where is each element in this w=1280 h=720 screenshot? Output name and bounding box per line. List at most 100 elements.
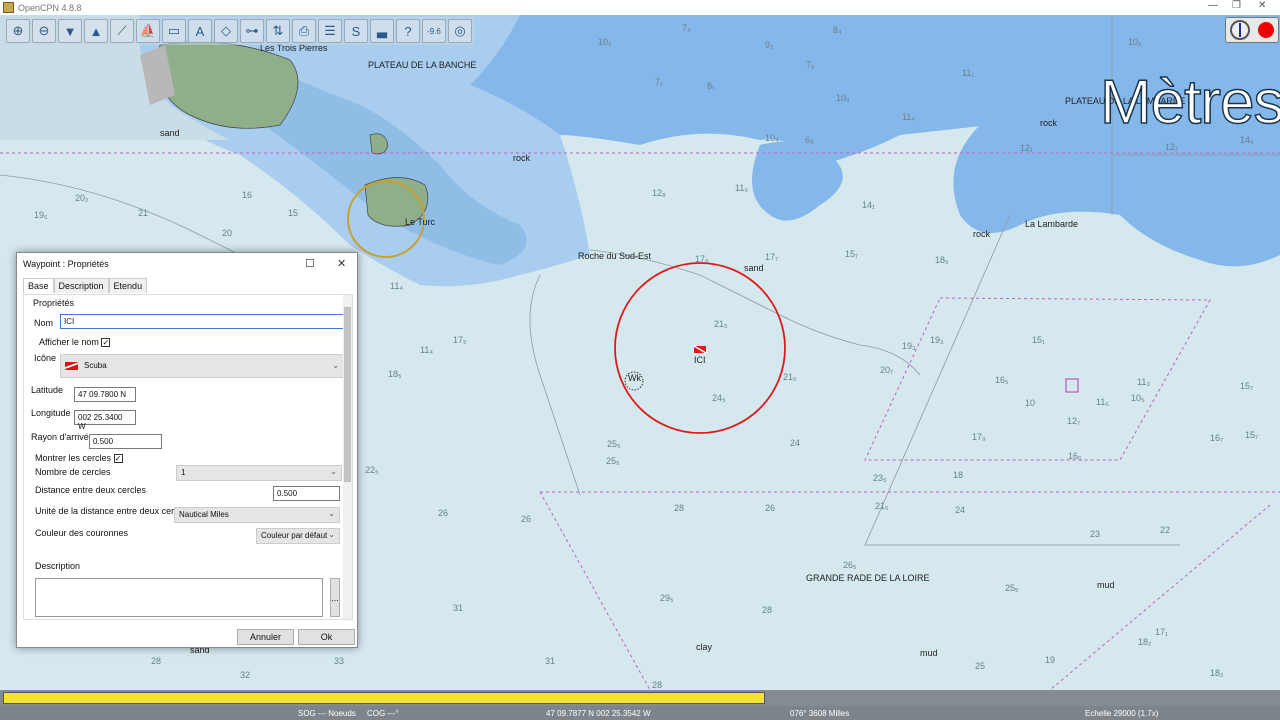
- depth-sounding: 12₁: [1020, 143, 1034, 153]
- currents-button[interactable]: ⇅: [266, 19, 290, 43]
- show-name-text: Afficher le nom: [39, 337, 99, 347]
- group-label: Propriétés: [33, 298, 75, 308]
- depth-sounding: 29₅: [660, 593, 674, 603]
- zoom-in-button[interactable]: ⊕: [6, 19, 30, 43]
- depth-sounding: 32: [240, 670, 251, 680]
- depth-sounding: 19₆: [34, 210, 48, 220]
- description-label: Description: [35, 561, 81, 571]
- ais-button[interactable]: -9.6: [422, 19, 446, 43]
- scrollbar-thumb[interactable]: [344, 307, 351, 482]
- chart-feature-label: GRANDE RADE DE LA LOIRE: [806, 573, 930, 583]
- route-manager-button[interactable]: ☰: [318, 19, 342, 43]
- chart-feature-label: clay: [696, 642, 713, 652]
- depth-sounding: 11₄: [420, 345, 434, 355]
- route-manager-icon: ☰: [324, 23, 336, 38]
- depth-sounding: 18₅: [935, 255, 949, 265]
- depth-sounding: 16₇: [1210, 433, 1224, 443]
- chart-feature-label: rock: [973, 229, 991, 239]
- toolbar: ⊕ ⊖ ▼ ▲ ⟋ ⛵ ▭ A ◇ ⊶ ⇅ ⎙ ☰ S ▃? -9.6 ◎: [4, 17, 474, 45]
- info-icon: [1065, 378, 1079, 393]
- chart-feature-label: mud: [1097, 580, 1115, 590]
- panel-scrollbar[interactable]: [343, 295, 352, 619]
- depth-sounding: 17₇: [765, 252, 779, 262]
- depth-sounding: 15: [288, 208, 299, 218]
- tab-description[interactable]: Description: [53, 278, 109, 293]
- depth-sounding: 18₅: [388, 369, 402, 379]
- scale-up-button[interactable]: ▲: [84, 19, 108, 43]
- zoom-out-button[interactable]: ⊖: [32, 19, 56, 43]
- route-button[interactable]: ⟋: [110, 19, 134, 43]
- tides-button[interactable]: ⊶: [240, 19, 264, 43]
- depth-sounding: 8₄: [833, 25, 842, 35]
- cancel-button[interactable]: Annuler: [237, 629, 294, 645]
- show-name-label[interactable]: Afficher le nom ✓: [39, 337, 111, 348]
- chart-scale: Echelle 29000 (1.7x): [1085, 709, 1159, 718]
- description-more-button[interactable]: ...: [330, 578, 340, 617]
- track-button[interactable]: S: [344, 19, 368, 43]
- depth-sounding: 26₅: [843, 560, 857, 570]
- tab-base[interactable]: Base: [23, 278, 54, 293]
- description-textarea[interactable]: [35, 578, 323, 617]
- depth-sounding: 20₇: [880, 365, 894, 375]
- arrival-radius-label: Rayon d'arrivée: [31, 432, 94, 442]
- ring-color-select[interactable]: Couleur par défaut ⌄: [256, 528, 340, 544]
- boat-follow-button[interactable]: ⛵: [136, 19, 160, 43]
- arrival-radius-input[interactable]: 0.500: [89, 434, 162, 449]
- depth-sounding: 12₇: [1165, 142, 1179, 152]
- ring-color-label: Couleur des couronnes: [35, 528, 129, 538]
- show-name-checkbox[interactable]: ✓: [101, 338, 111, 348]
- depth-sounding: 7₄: [682, 23, 691, 33]
- name-input[interactable]: ICI: [60, 314, 344, 329]
- chart-feature-label: Wk: [628, 373, 641, 383]
- distance-input[interactable]: 0.500: [273, 486, 340, 501]
- longitude-label: Longitude: [31, 408, 71, 418]
- minimize-button[interactable]: —: [1208, 0, 1218, 11]
- print-button[interactable]: ⎙: [292, 19, 316, 43]
- icon-select[interactable]: Scuba ⌄: [60, 354, 344, 378]
- show-circles-checkbox[interactable]: ✓: [113, 454, 123, 464]
- dialog-close-button[interactable]: ✕: [337, 257, 346, 270]
- scale-down-button[interactable]: ▼: [58, 19, 82, 43]
- depth-sounding: 20: [222, 228, 233, 238]
- depth-sounding: 12₈: [652, 188, 666, 198]
- chart-feature-label: Le Turc: [405, 217, 436, 227]
- depth-sounding: 25₅: [607, 439, 621, 449]
- compass-widget[interactable]: [1225, 17, 1279, 43]
- dialog-maximize-button[interactable]: ☐: [305, 257, 315, 270]
- compass-icon[interactable]: [1230, 20, 1250, 40]
- depth-sounding: 26: [765, 503, 776, 513]
- depth-sounding: 10₅: [1131, 393, 1145, 403]
- name-label: Nom: [34, 318, 54, 328]
- depth-sounding: 6₈: [805, 135, 814, 145]
- text-button[interactable]: A: [188, 19, 212, 43]
- app-logo-icon: [3, 2, 14, 13]
- latitude-input[interactable]: 47 09.7800 N: [74, 387, 136, 402]
- depth-sounding: 21: [138, 208, 149, 218]
- bearing-distance: 076° 3608 Milles: [790, 709, 850, 718]
- sog-readout: SOG --- Noeuds: [298, 709, 356, 718]
- depth-sounding: 7₉: [806, 60, 815, 70]
- depth-sounding: 21₅: [783, 372, 797, 382]
- ok-button[interactable]: Ok: [298, 629, 355, 645]
- tab-etendu[interactable]: Etendu: [108, 278, 148, 293]
- depth-sounding: 28: [652, 680, 663, 690]
- show-circles-label[interactable]: Montrer les cercles ✓: [35, 453, 123, 464]
- depth-sounding: 15₇: [1240, 381, 1254, 391]
- depth-sounding: 28: [674, 503, 685, 513]
- cog-readout: COG ---°: [367, 709, 399, 718]
- help-button[interactable]: ?: [396, 19, 420, 43]
- close-button[interactable]: ✕: [1258, 0, 1266, 11]
- progress-bar: [0, 690, 1280, 706]
- depth-sounding: 31: [545, 656, 556, 666]
- toggle-charts-button[interactable]: ▭: [162, 19, 186, 43]
- mob-button[interactable]: ◎: [448, 19, 472, 43]
- depth-sounding: 25₅: [1005, 583, 1019, 593]
- num-circles-select[interactable]: 1 ⌄: [176, 465, 342, 481]
- chart-quilt-button[interactable]: ◇: [214, 19, 238, 43]
- num-circles-value: 1: [181, 468, 186, 477]
- longitude-input[interactable]: 002 25.3400 W: [74, 410, 136, 431]
- unit-select[interactable]: Nautical Miles ⌄: [174, 507, 340, 523]
- color-scheme-button[interactable]: ▃: [370, 19, 394, 43]
- maximize-button[interactable]: ❐: [1232, 0, 1241, 11]
- depth-sounding: 17₅: [453, 335, 467, 345]
